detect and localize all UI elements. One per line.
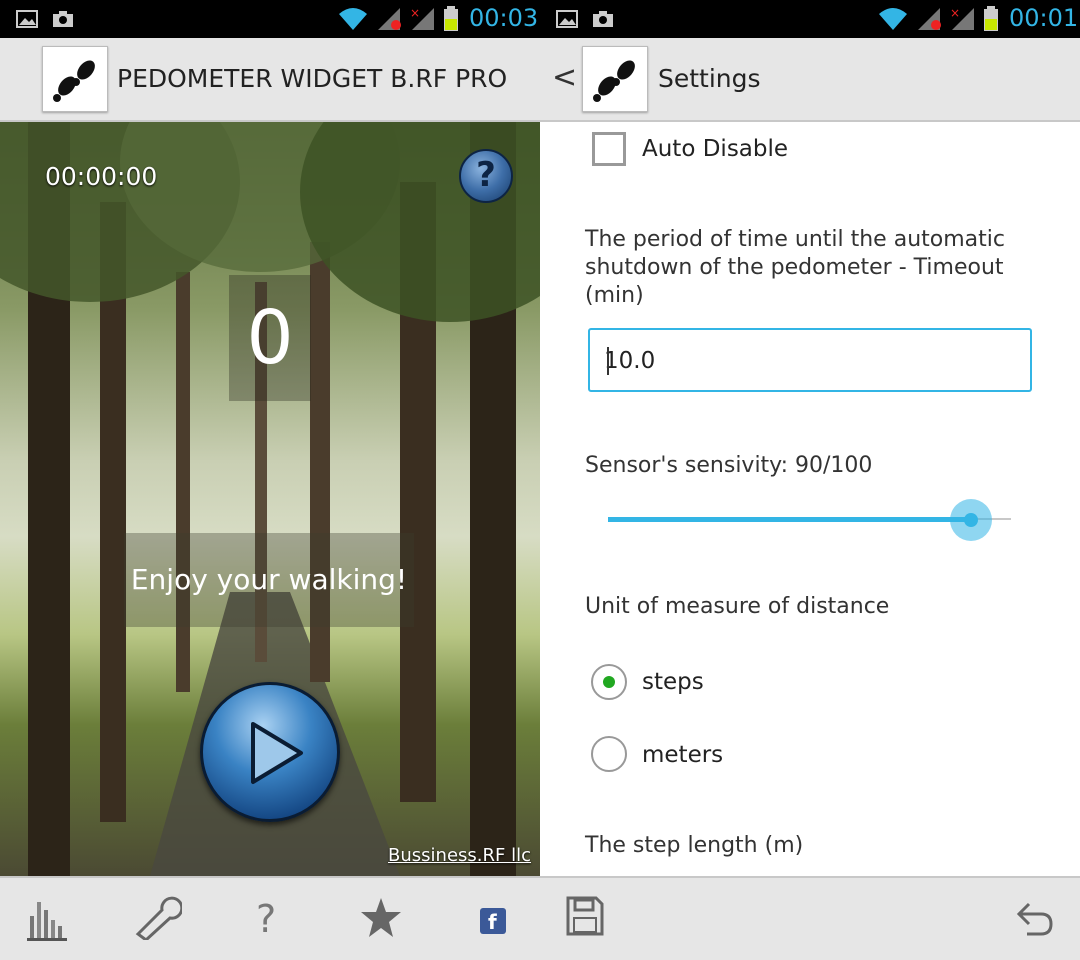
wifi-icon: [879, 8, 907, 30]
signal-icon: [378, 8, 401, 30]
camera-icon: [593, 11, 613, 27]
auto-disable-label: Auto Disable: [642, 136, 789, 162]
timeout-input[interactable]: [604, 344, 1004, 378]
motivation-message: Enjoy your walking!: [130, 563, 408, 596]
signal-off-icon: ×: [410, 6, 434, 30]
signal-off-icon: ×: [950, 6, 974, 30]
signal-icon: [918, 8, 941, 30]
radio-steps[interactable]: [591, 664, 627, 700]
wrench-icon[interactable]: [134, 896, 182, 940]
svg-text:?: ?: [256, 897, 276, 940]
step-length-label: The step length (m): [585, 833, 804, 858]
text-caret: [607, 347, 609, 375]
save-icon[interactable]: [566, 896, 604, 936]
undo-icon[interactable]: [1015, 900, 1055, 936]
bottom-toolbar: [540, 876, 1080, 960]
status-bar: × 00:01: [540, 0, 1080, 38]
svg-text:f: f: [488, 910, 497, 934]
stats-icon[interactable]: [27, 896, 67, 942]
clock: 00:01: [1009, 4, 1079, 32]
status-bar: × 00:03: [0, 0, 540, 38]
play-icon: [251, 722, 303, 784]
app-logo[interactable]: [42, 46, 108, 112]
developer-link[interactable]: Bussiness.RF llc: [388, 845, 531, 866]
clock: 00:03: [469, 4, 539, 32]
auto-disable-checkbox[interactable]: [592, 132, 626, 166]
radio-steps-label: steps: [642, 669, 704, 695]
settings-screen: × 00:01 < Settings Auto Disable The peri…: [540, 0, 1080, 960]
app-logo[interactable]: [582, 46, 648, 112]
footprints-icon: [593, 60, 635, 102]
facebook-icon[interactable]: f: [480, 908, 506, 934]
gallery-icon: [556, 10, 578, 28]
star-icon[interactable]: [359, 896, 403, 940]
timeout-description: The period of time until the automatic s…: [585, 227, 1005, 308]
svg-text:×: ×: [410, 6, 420, 20]
svg-text:×: ×: [950, 6, 960, 20]
question-icon: ?: [476, 155, 496, 195]
radio-meters[interactable]: [591, 736, 627, 772]
sensitivity-slider-thumb[interactable]: [949, 499, 992, 541]
page-title: Settings: [658, 64, 761, 93]
bottom-toolbar: ? f: [0, 876, 540, 960]
wifi-icon: [339, 8, 367, 30]
action-bar: PEDOMETER WIDGET B.RF PRO: [0, 38, 540, 122]
action-bar: < Settings: [540, 38, 1080, 122]
timeout-field[interactable]: [588, 328, 1032, 392]
help-button[interactable]: ?: [459, 149, 513, 203]
footprints-icon: [53, 60, 95, 102]
forest-background: 00:00:00 ? 0 Enjoy your walking! Bussine…: [0, 122, 540, 876]
battery-icon: [984, 6, 998, 31]
unit-title: Unit of measure of distance: [585, 594, 890, 619]
start-button[interactable]: [200, 682, 340, 822]
radio-meters-label: meters: [642, 742, 724, 768]
gallery-icon: [16, 10, 38, 28]
app-title: PEDOMETER WIDGET B.RF PRO: [117, 64, 508, 93]
pedometer-screen: × 00:03 PEDOMETER WIDGET B.RF PRO 00:00:…: [0, 0, 540, 960]
settings-list: Auto Disable The period of time until th…: [540, 122, 1080, 876]
battery-icon: [444, 6, 458, 31]
sensitivity-label: Sensor's sensivity: 90/100: [585, 453, 873, 478]
sensitivity-track-fill: [608, 517, 971, 522]
help-icon[interactable]: ?: [254, 896, 284, 940]
elapsed-timer: 00:00:00: [45, 162, 158, 191]
camera-icon: [53, 11, 73, 27]
step-count: 0: [246, 295, 294, 381]
back-chevron-icon[interactable]: <: [552, 60, 577, 95]
